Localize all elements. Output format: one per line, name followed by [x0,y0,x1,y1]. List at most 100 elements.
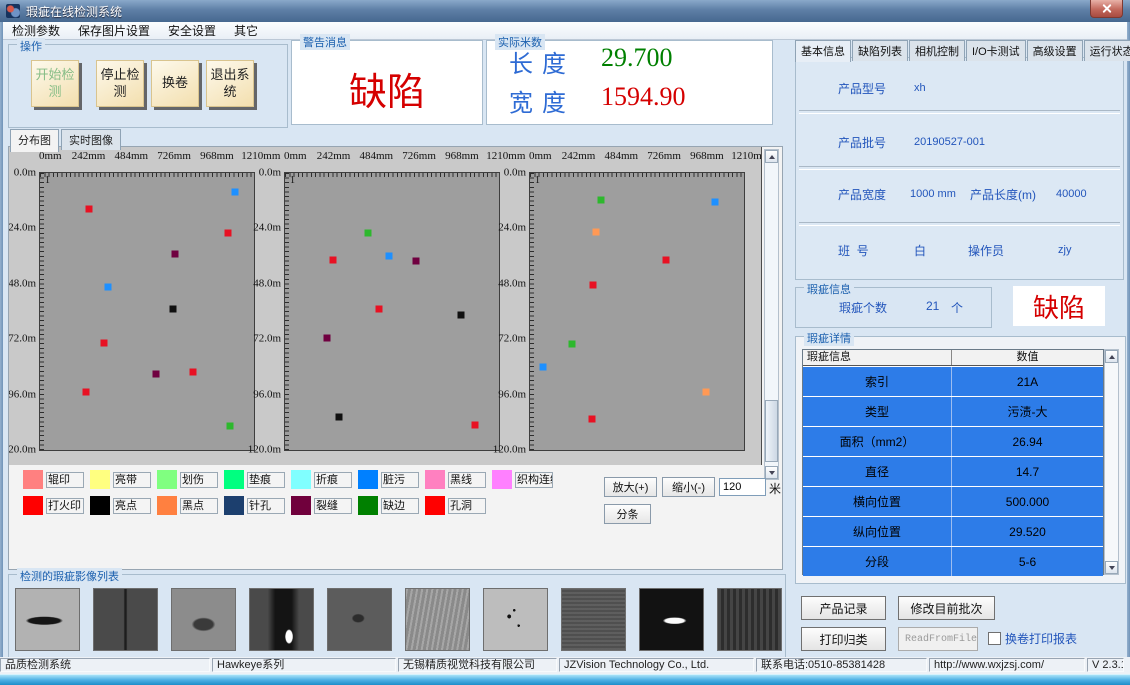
defect-thumbnail[interactable] [561,588,626,651]
defect-point[interactable] [413,258,420,265]
scroll-up-icon[interactable] [1105,350,1118,363]
x-axis-labels: 0mm242mm484mm726mm968mm1210mm [39,150,253,163]
defect-point[interactable] [568,340,575,347]
plots-scrollbar[interactable] [764,149,779,480]
operator-value: zjy [1058,244,1071,256]
legend-label: 脏污 [381,472,419,488]
defect-point[interactable] [663,257,670,264]
defect-detail-row[interactable]: 索引21A [803,367,1103,396]
tab-realtime-image[interactable]: 实时图像 [61,129,121,150]
split-strip-button[interactable]: 分条 [604,504,651,524]
defect-point[interactable] [100,340,107,347]
legend-label: 针孔 [247,498,285,514]
exit-system-button[interactable]: 退出系统 [206,60,254,107]
legend-label: 黑点 [180,498,218,514]
print-classify-button[interactable]: 打印归类 [801,627,886,651]
tab-defect-list[interactable]: 缺陷列表 [852,40,908,61]
menu-item[interactable]: 保存图片设置 [69,22,159,39]
zoom-in-button[interactable]: 放大(+) [604,477,657,497]
x-axis-labels: 0mm242mm484mm726mm968mm1210mm [529,150,743,163]
modify-batch-button[interactable]: 修改目前批次 [898,596,995,620]
close-icon[interactable] [1090,0,1123,18]
defect-point[interactable] [375,305,382,312]
x-tick-label: 484mm [360,150,394,162]
defect-point[interactable] [153,371,160,378]
x-tick-label: 484mm [605,150,639,162]
defect-field-value: 21A [952,367,1103,396]
defect-point[interactable] [385,253,392,260]
tab-advanced-settings[interactable]: 高级设置 [1027,40,1083,61]
x-tick-label: 0mm [529,150,552,162]
defect-thumbnail[interactable] [405,588,470,651]
defect-point[interactable] [711,199,718,206]
defect-point[interactable] [364,229,371,236]
tab-distribution[interactable]: 分布图 [10,129,59,152]
defect-thumbnail[interactable] [639,588,704,651]
defect-point[interactable] [170,306,177,313]
defect-thumbnail[interactable] [93,588,158,651]
defect-point[interactable] [226,422,233,429]
defect-point[interactable] [189,369,196,376]
x-axis-labels: 0mm242mm484mm726mm968mm1210mm [284,150,498,163]
defect-point[interactable] [225,230,232,237]
view-length-input[interactable] [719,478,766,496]
scroll-down-icon[interactable] [765,466,778,479]
defect-point[interactable] [231,189,238,196]
tab-basic-info[interactable]: 基本信息 [795,40,851,62]
defect-thumbnail[interactable] [171,588,236,651]
read-from-file-button[interactable]: ReadFromFile-SIM [898,627,978,651]
menu-item[interactable]: 其它 [225,22,267,39]
defect-point[interactable] [458,311,465,318]
x-tick-label: 726mm [157,150,191,162]
defect-point[interactable] [335,413,342,420]
defect-point[interactable] [82,388,89,395]
start-detect-button[interactable]: 开始检测 [31,60,79,107]
legend-color-swatch [90,470,110,489]
menu-item[interactable]: 安全设置 [159,22,225,39]
scroll-down-icon[interactable] [1105,561,1118,574]
defect-point[interactable] [540,364,547,371]
legend-color-swatch [224,470,244,489]
plot-index-label: 1 [45,175,50,186]
defect-detail-row[interactable]: 横向位置500.000 [803,487,1103,516]
defect-point[interactable] [324,334,331,341]
defect-thumbnail[interactable] [483,588,548,651]
legend-color-swatch [358,496,378,515]
defect-detail-row[interactable]: 面积（mm2）26.94 [803,427,1103,456]
y-tick-label: 24.0m [9,222,36,234]
product-record-button[interactable]: 产品记录 [801,596,886,620]
tab-camera-control[interactable]: 相机控制 [909,40,965,61]
defect-detail-row[interactable]: 纵向位置29.520 [803,517,1103,546]
scroll-thumb[interactable] [765,400,778,462]
tab-run-status-info[interactable]: 运行状态信息 [1084,40,1130,61]
defect-point[interactable] [471,421,478,428]
defect-field-name: 直径 [803,457,952,486]
table-scrollbar[interactable] [1104,349,1119,575]
defect-point[interactable] [593,229,600,236]
stop-detect-button[interactable]: 停止检测 [96,60,144,107]
defect-point[interactable] [598,196,605,203]
defect-detail-row[interactable]: 分段5-6 [803,547,1103,576]
zoom-out-button[interactable]: 缩小(-) [662,477,715,497]
defect-detail-row[interactable]: 直径14.7 [803,457,1103,486]
y-axis-labels: 0.0m24.0m48.0m72.0m96.0m120.0m [256,172,282,449]
defect-thumbnail[interactable] [327,588,392,651]
defect-thumbnail[interactable] [249,588,314,651]
print-report-checkbox[interactable] [988,632,1001,645]
defect-point[interactable] [590,282,597,289]
defect-detail-row[interactable]: 类型污渍-大 [803,397,1103,426]
defect-point[interactable] [85,206,92,213]
menu-item[interactable]: 检测参数 [3,22,69,39]
tab-io-card-test[interactable]: I/O卡测试 [966,40,1026,61]
scroll-up-icon[interactable] [765,150,778,163]
defect-detail-title: 瑕疵详情 [804,330,854,346]
y-tick-label: 96.0m [9,388,36,400]
defect-thumbnail[interactable] [717,588,782,651]
defect-point[interactable] [171,251,178,258]
defect-thumbnail[interactable] [15,588,80,651]
defect-point[interactable] [703,388,710,395]
defect-point[interactable] [588,416,595,423]
defect-point[interactable] [105,284,112,291]
change-roll-button[interactable]: 换卷 [151,60,199,107]
defect-point[interactable] [330,257,337,264]
